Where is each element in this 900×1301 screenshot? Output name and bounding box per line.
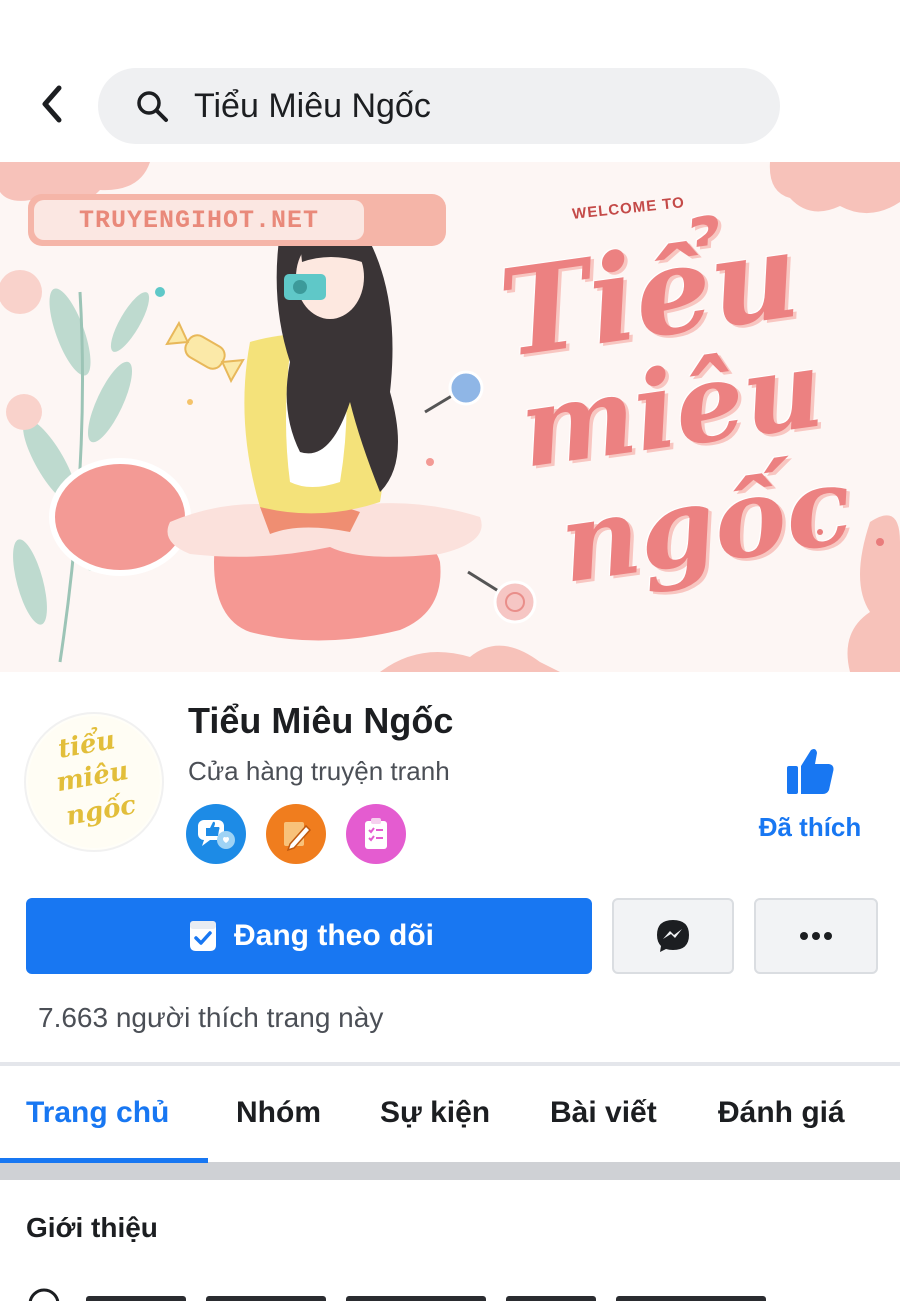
cut-off-content	[26, 1288, 866, 1301]
active-tab-indicator	[0, 1158, 208, 1163]
liked-button[interactable]: Đã thích	[750, 738, 870, 848]
messenger-button[interactable]	[612, 898, 734, 974]
tab-reviews[interactable]: Đánh giá	[718, 1096, 845, 1130]
tab-groups[interactable]: Nhóm	[236, 1096, 321, 1130]
tab-events[interactable]: Sự kiện	[380, 1096, 490, 1130]
pencil-badge-icon[interactable]	[266, 804, 326, 864]
section-divider	[0, 1062, 900, 1066]
like-message-badge-icon[interactable]	[186, 804, 246, 864]
more-options-button[interactable]	[754, 898, 878, 974]
messenger-icon	[657, 920, 689, 952]
tab-posts[interactable]: Bài viết	[550, 1096, 657, 1130]
cover-photo[interactable]: TRUYENGIHOT.NET WELCOME TO Tiểu miêu ngố…	[0, 162, 900, 672]
likes-count: 7.663 người thích trang này	[38, 1002, 384, 1033]
following-check-icon	[190, 921, 216, 951]
thumbs-up-icon	[787, 749, 834, 794]
tab-bar-separator	[0, 1162, 900, 1180]
chevron-left-icon	[42, 85, 62, 123]
cover-site-label: TRUYENGIHOT.NET	[34, 200, 364, 240]
clipboard-badge-icon[interactable]	[346, 804, 406, 864]
page-name: Tiểu Miêu Ngốc	[188, 700, 454, 741]
top-bar	[0, 0, 900, 160]
more-icon	[800, 932, 832, 940]
following-button[interactable]: Đang theo dõi	[26, 898, 592, 974]
back-button[interactable]	[30, 82, 74, 126]
about-section-title: Giới thiệu	[26, 1212, 158, 1243]
avatar[interactable]: tiểu miêu ngốc	[24, 712, 164, 852]
search-box[interactable]	[98, 68, 780, 144]
page-category[interactable]: Cửa hàng truyện tranh	[188, 756, 450, 787]
search-input[interactable]	[194, 86, 734, 126]
following-label: Đang theo dõi	[234, 919, 434, 952]
search-icon	[132, 86, 172, 126]
tab-home[interactable]: Trang chủ	[26, 1096, 169, 1130]
liked-label: Đã thích	[758, 812, 862, 842]
